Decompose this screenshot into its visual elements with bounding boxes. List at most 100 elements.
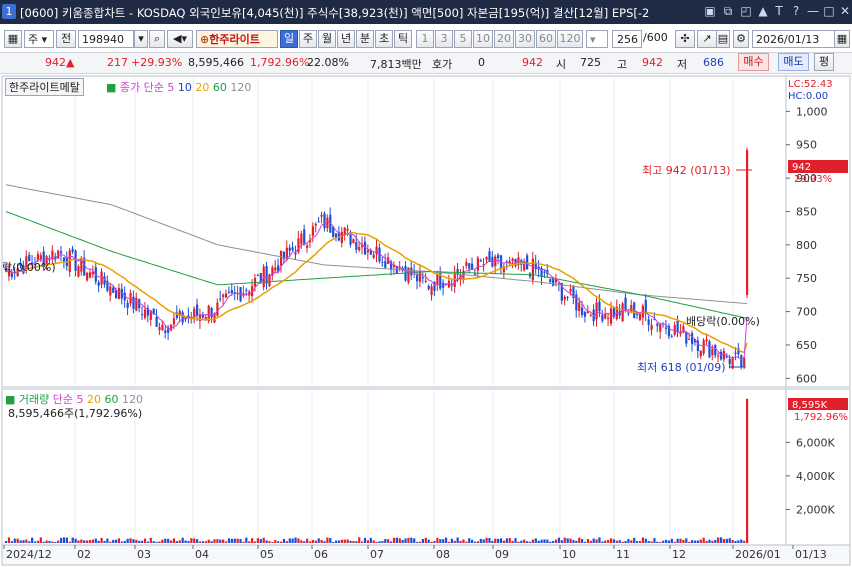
window-number[interactable]: 1 (2, 4, 16, 19)
minute-10[interactable]: 10 (473, 30, 493, 48)
volume-bar (146, 541, 150, 543)
candle-body (531, 258, 535, 281)
candle-body (57, 250, 60, 259)
minute-60[interactable]: 60 (536, 30, 556, 48)
minute-5[interactable]: 5 (454, 30, 472, 48)
ma60-label: 60 (212, 81, 227, 94)
candle-body (62, 257, 66, 262)
save-icon[interactable]: ▣ (703, 4, 717, 19)
minute-120[interactable]: 120 (557, 30, 583, 48)
custom-interval-select[interactable]: ▾ (586, 30, 608, 48)
interval-tick[interactable]: 틱 (394, 30, 412, 48)
speaker-icon[interactable]: ◀▾ (167, 30, 193, 48)
crosshair-icon[interactable]: ✣ (675, 30, 695, 48)
volume-bar (473, 541, 477, 543)
volume-bar (392, 537, 396, 543)
font-icon[interactable]: T (772, 4, 786, 19)
candle-body (294, 253, 297, 255)
volume-bar (485, 537, 488, 543)
volume-bar (662, 540, 665, 543)
price-tick-label: 750 (796, 272, 817, 285)
interval-minute[interactable]: 분 (356, 30, 374, 48)
volume-bar (743, 540, 746, 543)
help-icon[interactable]: ? (789, 4, 803, 19)
volume-bar (109, 541, 112, 543)
candle-body (314, 223, 317, 226)
volume-bar (97, 540, 100, 543)
candle-body (566, 296, 569, 298)
volume-bar (349, 540, 352, 543)
volume-tick-label: 4,000K (796, 470, 835, 483)
volume-bar (323, 541, 326, 543)
sell-button[interactable]: 매도 (778, 53, 809, 71)
volume-bar (253, 541, 257, 543)
candle-body (621, 303, 624, 322)
interval-day[interactable]: 일 (280, 30, 298, 48)
new-window-icon[interactable]: ◰ (739, 4, 753, 19)
price-pane[interactable] (1, 75, 787, 388)
volume-bar (103, 540, 106, 543)
volume-bar (618, 540, 621, 543)
volume-bar (442, 539, 445, 543)
ma-legend[interactable]: ■ 종가 단순 5 10 20 60 120 (106, 79, 251, 95)
buy-button[interactable]: 매수 (738, 53, 769, 71)
volume-bar (230, 538, 233, 543)
count-total: /600 (643, 31, 668, 44)
volume-bar (664, 539, 668, 543)
candle-body (141, 314, 144, 316)
volume-bar (433, 541, 436, 543)
settings-gear-icon[interactable]: ⚙ (733, 30, 749, 48)
volume-bar (691, 540, 694, 543)
period-type-select[interactable]: 주 ▾ (24, 30, 54, 48)
volume-bar (517, 541, 520, 543)
stock-label[interactable]: 한주라이트메탈 (5, 78, 84, 96)
volume-bar (413, 538, 416, 543)
minute-3[interactable]: 3 (435, 30, 453, 48)
interval-month[interactable]: 월 (318, 30, 336, 48)
grid-icon[interactable]: ▦ (4, 30, 22, 48)
volume-bar (36, 540, 40, 543)
date-input[interactable]: 2026/01/13 (752, 30, 836, 48)
volume-bar (549, 541, 552, 543)
minimize-icon[interactable]: — (806, 4, 820, 19)
minute-30[interactable]: 30 (515, 30, 535, 48)
eval-button[interactable]: 평 (814, 53, 834, 71)
trend-icon[interactable]: ↗ (697, 30, 717, 48)
volume-bar (468, 538, 471, 543)
volume-bar (117, 538, 121, 543)
search-icon[interactable]: ⌕ (149, 30, 165, 48)
interval-second[interactable]: 초 (375, 30, 393, 48)
stock-name[interactable]: ⊕한주라이트 (196, 30, 278, 48)
candle-body (381, 261, 384, 263)
volume-bar (491, 540, 494, 543)
code-dropdown-icon[interactable]: ▾ (134, 30, 148, 48)
volume-bar (216, 539, 219, 543)
minute-20[interactable]: 20 (494, 30, 514, 48)
left-dividend-label: 락(0.00%) (2, 261, 56, 274)
low-annotation: 최저 618 (01/09) (637, 361, 726, 374)
count-input[interactable]: 256 (612, 30, 642, 48)
interval-year[interactable]: 년 (337, 30, 355, 48)
calendar-icon[interactable]: ▦ (834, 30, 850, 48)
print-icon[interactable]: ▤ (716, 30, 730, 48)
volume-bar (114, 539, 118, 543)
prev-button[interactable]: 전 (56, 30, 76, 48)
volume-bar (120, 541, 123, 543)
candle-body (222, 294, 225, 298)
volume-bar (143, 538, 147, 543)
stock-chart[interactable]: 6006507007508008509009501,000 2,000K4,00… (0, 74, 852, 567)
interval-week[interactable]: 주 (299, 30, 317, 48)
close-icon[interactable]: ✕ (838, 4, 852, 19)
ask-label: 호가 (432, 58, 453, 71)
maximize-icon[interactable]: □ (822, 4, 836, 19)
volume-bar (595, 539, 598, 543)
minute-1[interactable]: 1 (416, 30, 434, 48)
restore-icon[interactable]: ⧉ (721, 4, 735, 19)
pin-icon[interactable]: ▲ (756, 4, 770, 19)
volume-bar (51, 541, 54, 543)
code-input[interactable]: 198940 (78, 30, 134, 48)
ma-title: 종가 단순 (119, 81, 164, 94)
volume-bar (207, 539, 210, 543)
low-label: 저 (677, 58, 688, 71)
volume-bar (717, 537, 720, 543)
